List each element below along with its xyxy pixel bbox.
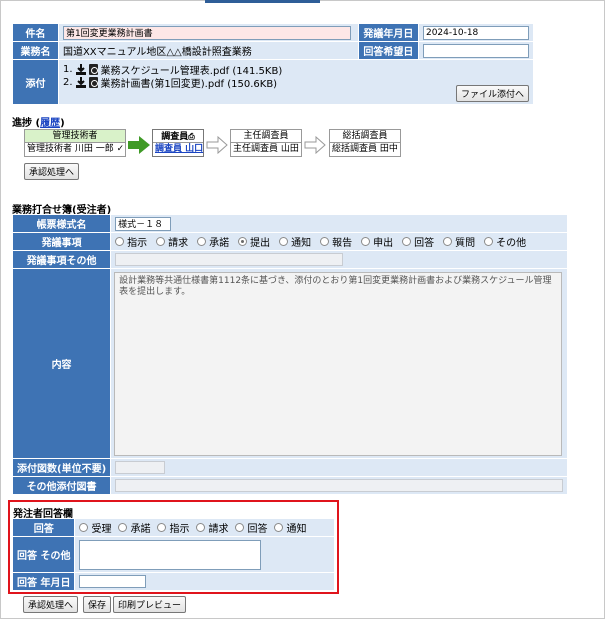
item-radio-group: 指示 請求 承諾 提出 通知 報告 申出 回答 質問 その他 — [115, 234, 563, 249]
subject-label: 件名 — [12, 23, 59, 42]
item-radio[interactable]: 通知 — [279, 234, 311, 249]
reply-wish-input[interactable] — [422, 43, 529, 58]
workflow-person: 総括調査員 田中 — [332, 144, 398, 154]
arrow-current-icon — [128, 136, 150, 154]
issue-date-label: 発議年月日 — [357, 23, 419, 42]
answer-date-label: 回答 年月日 — [11, 572, 76, 591]
answer-radio[interactable]: 承諾 — [118, 520, 150, 535]
workflow-person: 管理技術者 川田 一郎 ✓ — [27, 144, 125, 154]
item-radio[interactable]: 申出 — [361, 234, 393, 249]
file-index: 1. — [62, 64, 73, 75]
approve-button-bottom[interactable]: 承認処理へ — [23, 596, 79, 613]
answer-radio[interactable]: 受理 — [79, 520, 111, 535]
answer-radio[interactable]: 通知 — [274, 520, 306, 535]
answer-other-textarea[interactable] — [79, 539, 262, 570]
answer-table: 回答 受理 承諾 指示 請求 回答 通知 回答 その他 回答 年月日 — [11, 518, 335, 591]
item-radio-selected[interactable]: 提出 — [238, 234, 270, 249]
download-icon[interactable] — [75, 77, 86, 88]
answer-radio-group: 受理 承諾 指示 請求 回答 通知 — [79, 520, 330, 535]
workflow-person[interactable]: 調査員 山口 — [153, 143, 203, 156]
answer-date-input[interactable] — [79, 575, 147, 588]
arrow-pending-icon — [206, 136, 228, 154]
stamp-icon: ⎙ — [188, 132, 195, 141]
workflow-step-manager: 管理技術者 管理技術者 川田 一郎 ✓ — [24, 129, 126, 157]
top-tab-indicator — [205, 0, 320, 3]
attach-file-button[interactable]: ファイル添付へ — [455, 85, 529, 102]
subject-input[interactable] — [62, 25, 351, 40]
item-radio[interactable]: 質問 — [443, 234, 475, 249]
attach-other-input[interactable] — [115, 479, 564, 492]
answer-label: 回答 — [11, 518, 76, 537]
workflow-role: 主任調査員 — [231, 130, 301, 143]
download-icon[interactable] — [75, 64, 86, 75]
work-name-label: 業務名 — [12, 41, 59, 60]
print-preview-button[interactable]: 印刷プレビュー — [113, 596, 187, 613]
item-other-input[interactable] — [115, 253, 344, 266]
item-label: 発議事項 — [11, 232, 112, 251]
save-button[interactable]: 保存 — [83, 596, 112, 613]
item-radio[interactable]: その他 — [484, 234, 526, 249]
item-other-label: 発議事項その他 — [11, 250, 112, 269]
content-label: 内容 — [11, 268, 112, 459]
history-link[interactable]: 履歴 — [40, 118, 60, 129]
workflow-role: 総括調査員 — [330, 130, 400, 143]
form-no-label: 帳票様式名 — [11, 214, 112, 233]
workflow-step-investigator: 調査員⎙ 調査員 山口 — [152, 129, 204, 157]
item-radio[interactable]: 指示 — [115, 234, 147, 249]
work-name-value: 国道XXマニュアル地区△△橋設計照査業務 — [57, 41, 359, 60]
arrow-pending-icon — [304, 136, 326, 154]
progress-label: 進捗 — [12, 118, 32, 129]
attach-count-input[interactable] — [115, 461, 166, 474]
workflow-step-chief: 主任調査員 主任調査員 山田 — [230, 129, 302, 157]
content-textarea[interactable]: 設計業務等共通仕様書第1112条に基づき、添付のとおり第1回変更業務計画書および… — [114, 271, 563, 456]
file-index: 2. — [62, 77, 73, 88]
workflow-step-general: 総括調査員 総括調査員 田中 — [329, 129, 401, 157]
attach-other-label: その他添付図書 — [11, 476, 112, 495]
answer-radio[interactable]: 指示 — [157, 520, 189, 535]
attach-count-label: 添付図数(単位不要) — [11, 458, 112, 477]
item-radio[interactable]: 報告 — [320, 234, 352, 249]
answer-radio[interactable]: 回答 — [235, 520, 267, 535]
item-radio[interactable]: 回答 — [402, 234, 434, 249]
approve-button[interactable]: 承認処理へ — [24, 163, 80, 180]
progress-heading: 進捗 (履歴) — [12, 118, 65, 129]
issue-date-input[interactable] — [422, 25, 529, 40]
workflow-person: 主任調査員 山田 — [233, 144, 299, 154]
header-table: 件名 発議年月日 業務名 国道XXマニュアル地区△△橋設計照査業務 回答希望日 … — [12, 23, 535, 105]
item-radio[interactable]: 承諾 — [197, 234, 229, 249]
attach-label: 添付 — [12, 59, 59, 105]
workflow-role: 調査員⎙ — [153, 130, 203, 143]
answer-radio[interactable]: 請求 — [196, 520, 228, 535]
reply-wish-label: 回答希望日 — [357, 41, 419, 60]
document-icon — [88, 64, 98, 75]
answer-other-label: 回答 その他 — [11, 536, 76, 573]
file-name[interactable]: 業務計画書(第1回変更).pdf (150.6KB) — [101, 75, 278, 90]
document-icon — [88, 77, 98, 88]
form-table: 帳票様式名 発議事項 指示 請求 承諾 提出 通知 報告 申出 回答 質問 その… — [11, 214, 569, 495]
form-no-input[interactable] — [115, 216, 172, 231]
workflow-role: 管理技術者 — [25, 130, 125, 143]
item-radio[interactable]: 請求 — [156, 234, 188, 249]
